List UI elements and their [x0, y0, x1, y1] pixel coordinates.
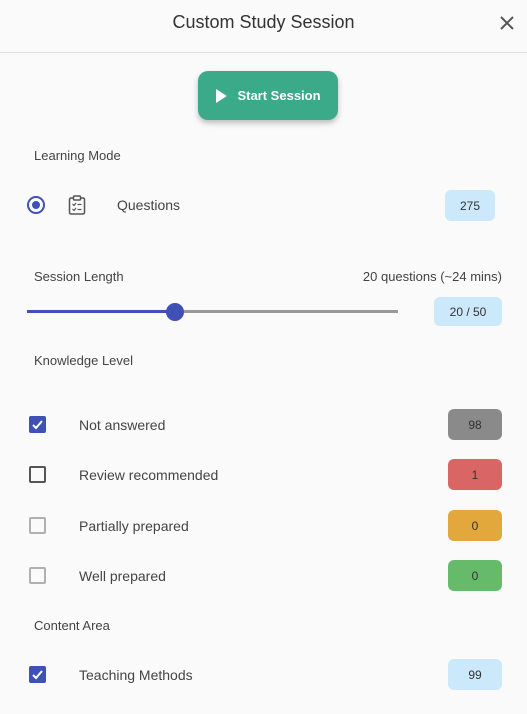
- session-length-heading: Session Length: [34, 269, 124, 284]
- play-icon: [216, 88, 228, 103]
- review-recommended-count-badge: 1: [448, 459, 502, 490]
- not-answered-label: Not answered: [79, 417, 166, 433]
- not-answered-count-badge: 98: [448, 409, 502, 440]
- slider-thumb[interactable]: [166, 303, 185, 321]
- well-prepared-count-badge: 0: [448, 560, 502, 591]
- learning-mode-heading: Learning Mode: [34, 148, 121, 163]
- partially-prepared-label: Partially prepared: [79, 518, 189, 534]
- questions-count-badge: 275: [445, 190, 495, 221]
- start-session-button[interactable]: Start Session: [198, 71, 338, 120]
- slider-fill: [27, 310, 176, 313]
- teaching-methods-checkbox[interactable]: [29, 666, 46, 683]
- partially-prepared-count-badge: 0: [448, 510, 502, 541]
- partially-prepared-checkbox[interactable]: [29, 517, 46, 534]
- review-recommended-checkbox[interactable]: [29, 466, 46, 483]
- review-recommended-label: Review recommended: [79, 467, 219, 483]
- questions-radio[interactable]: [27, 196, 45, 214]
- questions-label: Questions: [117, 197, 181, 213]
- well-prepared-checkbox[interactable]: [29, 567, 46, 584]
- close-icon[interactable]: [497, 13, 517, 33]
- session-length-value-badge: 20 / 50: [434, 297, 502, 326]
- well-prepared-label: Well prepared: [79, 568, 166, 584]
- knowledge-level-heading: Knowledge Level: [34, 353, 134, 368]
- dialog-header: Custom Study Session: [0, 0, 527, 53]
- session-length-info: 20 questions (~24 mins): [362, 269, 502, 284]
- dialog-title: Custom Study Session: [172, 12, 355, 32]
- start-session-label: Start Session: [237, 88, 321, 103]
- clipboard-list-icon: [68, 195, 86, 215]
- session-length-slider[interactable]: [27, 303, 398, 321]
- teaching-methods-label: Teaching Methods: [79, 667, 193, 683]
- content-area-heading: Content Area: [34, 618, 110, 633]
- teaching-methods-count-badge: 99: [448, 659, 502, 690]
- not-answered-checkbox[interactable]: [29, 416, 46, 433]
